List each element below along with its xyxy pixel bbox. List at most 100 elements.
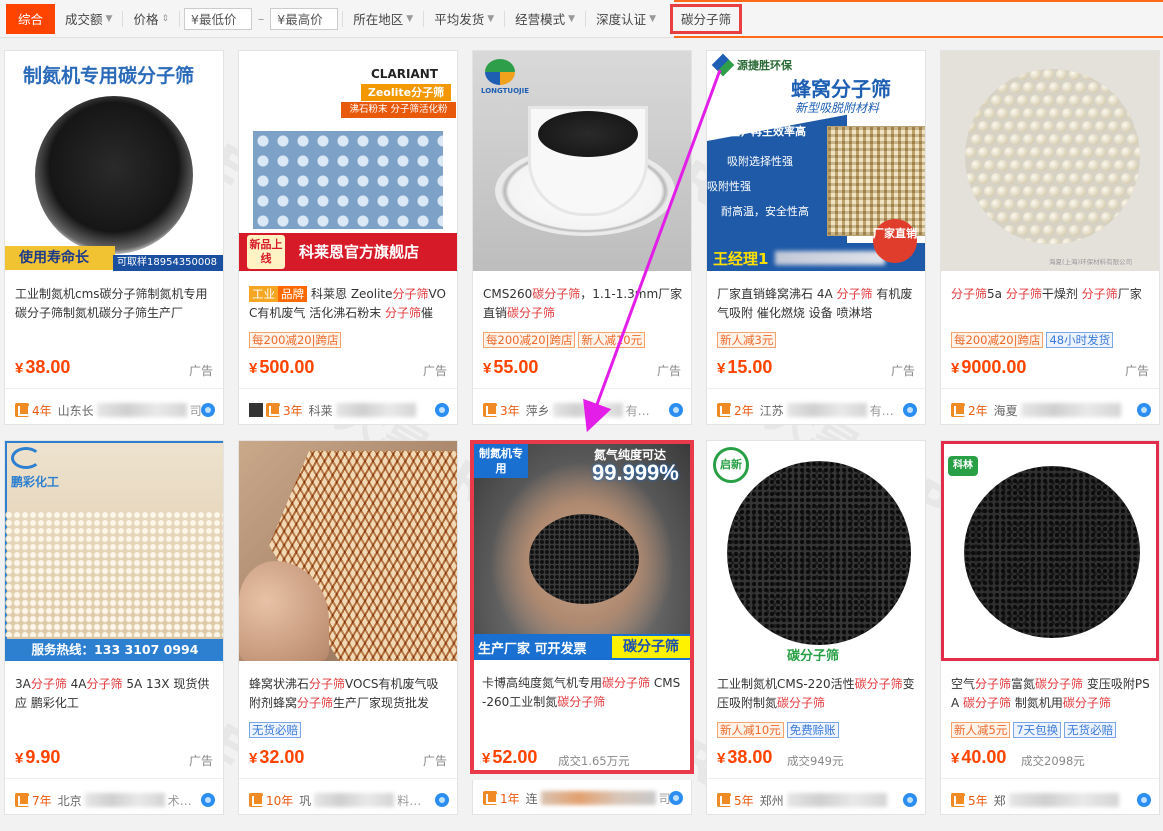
product-card-highlighted[interactable]: 制氮机专用 氮气纯度可达 99.999% 生产厂家 可开发票 碳分子筛 卡博高纯…: [470, 440, 694, 774]
chat-icon[interactable]: [1137, 793, 1151, 807]
bead: [1121, 199, 1132, 210]
keyword-tag[interactable]: 碳分子筛: [670, 3, 743, 34]
filter-shipping[interactable]: 平均发货 ▼: [424, 0, 504, 38]
product-card[interactable]: 源捷胜环保 蜂窝分子筛 新型吸脱附材料 热再生，再生效率高 吸附选择性强 吸附性…: [706, 50, 926, 425]
bead: [1069, 121, 1080, 132]
product-title[interactable]: 蜂窝状沸石分子筛VOCS有机废气吸附剂蜂窝分子筛生产厂家现货批发: [249, 675, 449, 713]
brand-logo-text: LONGTUOJIE: [481, 87, 530, 95]
product-image[interactable]: 科林: [941, 441, 1159, 661]
product-card[interactable]: LONGTUOJIE CMS260碳分子筛，1.1-1.3mm厂家直销碳分子筛 …: [472, 50, 692, 425]
chat-icon[interactable]: [435, 793, 449, 807]
chat-icon[interactable]: [201, 793, 215, 807]
carbon-pellets: [964, 466, 1140, 638]
product-image[interactable]: 启新 碳分子筛: [707, 441, 925, 661]
product-title[interactable]: 分子筛5a 分子筛干燥剂 分子筛厂家: [951, 285, 1151, 304]
product-image[interactable]: 源捷胜环保 蜂窝分子筛 新型吸脱附材料 热再生，再生效率高 吸附选择性强 吸附性…: [707, 51, 925, 271]
min-price-input[interactable]: ¥最低价: [184, 7, 253, 30]
bead: [1075, 160, 1086, 171]
seller-row[interactable]: 2年 海夏: [951, 400, 1151, 420]
product-price: ¥15.00: [717, 357, 773, 377]
product-card[interactable]: 制氮机专用碳分子筛 使用寿命长 可取样18954350008 工业制氮机cms碳…: [4, 50, 224, 425]
promo-tags: 新人减5元 7天包换 无货必赔: [951, 722, 1153, 738]
seller-row[interactable]: 5年 郑州: [717, 790, 917, 810]
product-title[interactable]: 厂家直销蜂窝沸石 4A 分子筛 有机废气吸附 催化燃烧 设备 喷淋塔: [717, 285, 917, 323]
blurred-text: [1020, 403, 1121, 417]
product-card[interactable]: 鹏彩化工 服务热线：133 3107 0994 3A分子筛 4A分子筛 5A 1…: [4, 440, 224, 815]
seller-years: 3年: [500, 403, 520, 418]
beads-texture: [5, 511, 223, 637]
bead: [1121, 225, 1132, 236]
keyword-search-box[interactable]: 碳分子筛: [670, 0, 1163, 38]
title-keyword: 分子筛: [385, 306, 422, 320]
bead: [971, 108, 982, 119]
seller-row[interactable]: 7年 北京 术…: [15, 790, 215, 810]
seller-row[interactable]: 3年 萍乡 有…: [483, 400, 683, 420]
product-title[interactable]: 卡博高纯度氮气机专用碳分子筛 CMS-260工业制氮碳分子筛: [482, 674, 682, 712]
bead: [1108, 173, 1119, 184]
seller-years: 3年: [283, 403, 303, 418]
chat-icon[interactable]: [903, 793, 917, 807]
seller-row[interactable]: 4年 山东长司: [15, 400, 215, 420]
bead: [1036, 134, 1047, 145]
sort-turnover[interactable]: 成交额 ▼: [55, 0, 122, 38]
bead: [1062, 82, 1073, 93]
product-title[interactable]: 工业 品牌 科莱恩 Zeolite分子筛VOC有机废气 活化沸石粉末 分子筛催: [249, 285, 449, 323]
seller-row[interactable]: 5年郑: [951, 790, 1151, 810]
seller-row[interactable]: 3年 科莱: [249, 400, 449, 420]
product-title[interactable]: 工业制氮机cms碳分子筛制氮机专用碳分子筛制氮机碳分子筛生产厂: [15, 285, 215, 323]
price-value: 40.00: [961, 747, 1007, 767]
product-image[interactable]: CLARIANT Zeolite分子筛 沸石粉末 分子筛活化粉 新品上线 科莱恩…: [239, 51, 457, 271]
bead: [971, 212, 982, 223]
bead: [1127, 134, 1138, 145]
bead: [1062, 108, 1073, 119]
chat-icon[interactable]: [1137, 403, 1151, 417]
product-card[interactable]: 蜂窝状沸石分子筛VOCS有机废气吸附剂蜂窝分子筛生产厂家现货批发 无货必赔 ¥3…: [238, 440, 458, 815]
product-title[interactable]: 空气分子筛富氮碳分子筛 变压吸附PSA 碳分子筛 制氮机用碳分子筛: [951, 675, 1151, 713]
chat-icon[interactable]: [669, 403, 683, 417]
blurred-text: [96, 403, 187, 417]
chat-icon[interactable]: [903, 403, 917, 417]
product-image[interactable]: 鹏彩化工 服务热线：133 3107 0994: [5, 441, 223, 661]
title-text: 干燥剂: [1041, 287, 1082, 301]
product-image[interactable]: 制氮机专用碳分子筛 使用寿命长 可取样18954350008: [5, 51, 223, 271]
bead: [1056, 199, 1067, 210]
image-banner: 使用寿命长: [5, 246, 115, 270]
chat-icon[interactable]: [669, 791, 683, 805]
bead: [1023, 160, 1034, 171]
chat-icon[interactable]: [201, 403, 215, 417]
product-card[interactable]: 科林 空气分子筛富氮碳分子筛 变压吸附PSA 碳分子筛 制氮机用碳分子筛 新人减…: [940, 440, 1160, 815]
product-image[interactable]: 制氮机专用 氮气纯度可达 99.999% 生产厂家 可开发票 碳分子筛: [474, 444, 690, 660]
product-image[interactable]: [239, 441, 457, 661]
seller-row[interactable]: 2年 江苏 有…: [717, 400, 917, 420]
bead: [997, 82, 1008, 93]
bead: [1121, 95, 1132, 106]
price-value: 500.00: [259, 357, 315, 377]
bead: [978, 69, 989, 80]
bead: [978, 121, 989, 132]
product-price: ¥38.00: [717, 747, 773, 767]
sort-comprehensive[interactable]: 综合: [6, 3, 56, 34]
max-price-input[interactable]: ¥最高价: [270, 7, 339, 30]
product-title[interactable]: 工业制氮机CMS-220活性碳分子筛变压吸附制氮碳分子筛: [717, 675, 917, 713]
sort-price[interactable]: 价格 ⇕: [123, 0, 179, 38]
seller-row[interactable]: 1年连司: [483, 788, 683, 808]
bead: [965, 121, 976, 132]
product-image[interactable]: LONGTUOJIE: [473, 51, 691, 271]
filter-business-mode[interactable]: 经营模式 ▼: [505, 0, 585, 38]
filter-location[interactable]: 所在地区 ▼: [343, 0, 423, 38]
title-text: 厂家直销蜂窝沸石 4A: [717, 287, 837, 301]
bead: [1062, 134, 1073, 145]
product-card[interactable]: 海夏(上海)环保材料有限公司 分子筛5a 分子筛干燥剂 分子筛厂家 每200减2…: [940, 50, 1160, 425]
promo-tag: 每200减20|跨店: [249, 332, 342, 348]
chat-icon[interactable]: [435, 403, 449, 417]
bead: [1114, 212, 1125, 223]
product-image[interactable]: 海夏(上海)环保材料有限公司: [941, 51, 1159, 271]
seller-row[interactable]: 10年巩 料…: [249, 790, 449, 810]
product-card[interactable]: CLARIANT Zeolite分子筛 沸石粉末 分子筛活化粉 新品上线 科莱恩…: [238, 50, 458, 425]
bead: [965, 173, 976, 184]
seller-name: 郑: [993, 793, 1006, 808]
filter-certification[interactable]: 深度认证 ▼: [586, 0, 666, 38]
product-title[interactable]: 3A分子筛 4A分子筛 5A 13X 现货供应 鹏彩化工: [15, 675, 215, 713]
product-card[interactable]: 启新 碳分子筛 工业制氮机CMS-220活性碳分子筛变压吸附制氮碳分子筛 新人减…: [706, 440, 926, 815]
product-title[interactable]: CMS260碳分子筛，1.1-1.3mm厂家直销碳分子筛: [483, 285, 683, 323]
